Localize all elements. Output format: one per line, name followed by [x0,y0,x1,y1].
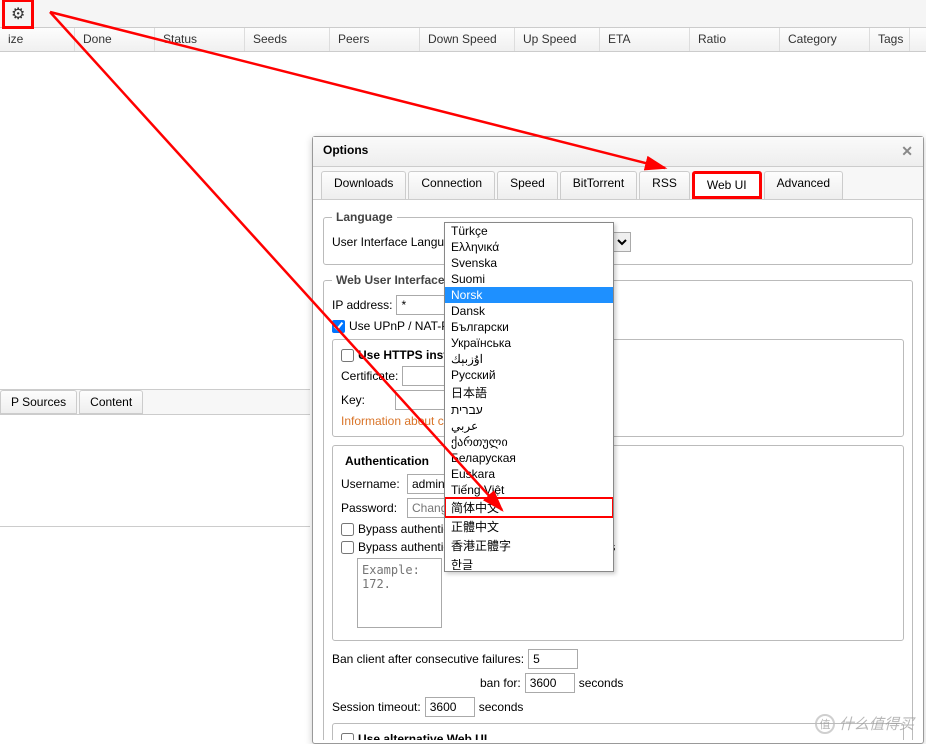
lang-option[interactable]: Tiếng Việt [445,482,613,498]
lang-option[interactable]: Беларуская [445,450,613,466]
lang-option[interactable]: 日本語 [445,383,613,402]
lang-option[interactable]: Suomi [445,271,613,287]
lang-option[interactable]: ქართული [445,434,613,450]
gear-icon[interactable]: ⚙ [11,6,25,23]
lang-option[interactable]: עברית [445,402,613,418]
column-header[interactable]: Seeds [245,28,330,51]
dialog-title: Options [323,143,368,160]
altui-label: Use alternative Web UI [358,732,487,740]
banfor-input[interactable] [525,673,575,693]
tab-advanced[interactable]: Advanced [764,171,843,199]
auth-legend: Authentication [341,454,433,468]
tab-content[interactable]: Content [79,390,143,414]
username-label: Username: [341,477,403,491]
tab-connection[interactable]: Connection [408,171,495,199]
lang-option[interactable]: 香港正體字 [445,536,613,555]
settings-button-highlight: ⚙ [2,0,34,29]
key-input[interactable] [395,390,445,410]
ban-label: Ban client after consecutive failures: [332,652,524,666]
https-checkbox[interactable] [341,349,354,362]
session-input[interactable] [425,697,475,717]
tab-bittorrent[interactable]: BitTorrent [560,171,637,199]
cert-info-link[interactable]: Information about certi [341,414,460,428]
banfor-unit: seconds [579,676,624,690]
key-label: Key: [341,393,391,407]
dialog-titlebar: Options ✕ [313,137,923,167]
column-header[interactable]: ize [0,28,75,51]
tab-rss[interactable]: RSS [639,171,690,199]
dialog-tabs: DownloadsConnectionSpeedBitTorrentRSSWeb… [313,167,923,200]
lang-option[interactable]: 한글 [445,555,613,572]
https-fieldset: Use HTTPS inst Certificate: Key: Informa… [332,339,904,437]
altui-checkbox[interactable] [341,733,354,741]
column-header[interactable]: Category [780,28,870,51]
ip-label: IP address: [332,298,392,312]
tab-http-sources[interactable]: P Sources [0,390,77,414]
https-label: Use HTTPS inst [358,348,447,362]
auth-fieldset: Authentication Username: Password: Bypas… [332,445,904,641]
watermark-text: 什么值得买 [839,713,914,734]
watermark-icon: 值 [815,714,835,734]
lang-option[interactable]: Български [445,319,613,335]
close-icon[interactable]: ✕ [901,143,913,160]
subnet-textarea[interactable] [357,558,442,628]
lang-option[interactable]: Dansk [445,303,613,319]
password-label: Password: [341,501,403,515]
options-dialog: Options ✕ DownloadsConnectionSpeedBitTor… [312,136,924,744]
column-header[interactable]: Status [155,28,245,51]
banfor-label: ban for: [480,676,521,690]
lang-option[interactable]: Svenska [445,255,613,271]
upnp-checkbox[interactable] [332,320,345,333]
lang-option[interactable]: Ελληνικά [445,239,613,255]
language-dropdown-list[interactable]: TürkçeΕλληνικάSvenskaSuomiNorskDanskБълг… [444,222,614,572]
column-header[interactable]: Up Speed [515,28,600,51]
lang-option[interactable]: Türkçe [445,223,613,239]
session-label: Session timeout: [332,700,421,714]
bypass-local-checkbox[interactable] [341,523,354,536]
lang-option[interactable]: Euskara [445,466,613,482]
tab-downloads[interactable]: Downloads [321,171,406,199]
lang-option[interactable]: 正體中文 [445,517,613,536]
webui-fieldset: Web User Interface (Re IP address: Use U… [323,273,913,740]
column-header[interactable]: Peers [330,28,420,51]
lang-option[interactable]: عربي [445,418,613,434]
lang-option[interactable]: اۇزبېك [445,351,613,367]
session-unit: seconds [479,700,524,714]
torrent-list-columns: izeDoneStatusSeedsPeersDown SpeedUp Spee… [0,28,926,52]
column-header[interactable]: Down Speed [420,28,515,51]
language-fieldset: Language User Interface Language: [323,210,913,265]
bottom-tabs: P Sources Content [0,390,310,415]
lang-option[interactable]: Українська [445,335,613,351]
tab-speed[interactable]: Speed [497,171,558,199]
column-header[interactable]: Tags [870,28,910,51]
lang-option[interactable]: Русский [445,367,613,383]
lang-option[interactable]: 简体中文 [445,498,613,517]
bypass-subnet-checkbox[interactable] [341,541,354,554]
column-header[interactable]: Ratio [690,28,780,51]
watermark: 值 什么值得买 [815,713,914,734]
cert-label: Certificate: [341,369,398,383]
ban-count-input[interactable] [528,649,578,669]
dialog-body: Language User Interface Language: Web Us… [313,200,923,740]
language-legend: Language [332,210,397,224]
lang-option[interactable]: Norsk [445,287,613,303]
tab-web-ui[interactable]: Web UI [692,171,762,199]
column-header[interactable]: Done [75,28,155,51]
column-header[interactable]: ETA [600,28,690,51]
toolbar: ⚙ [0,0,926,28]
